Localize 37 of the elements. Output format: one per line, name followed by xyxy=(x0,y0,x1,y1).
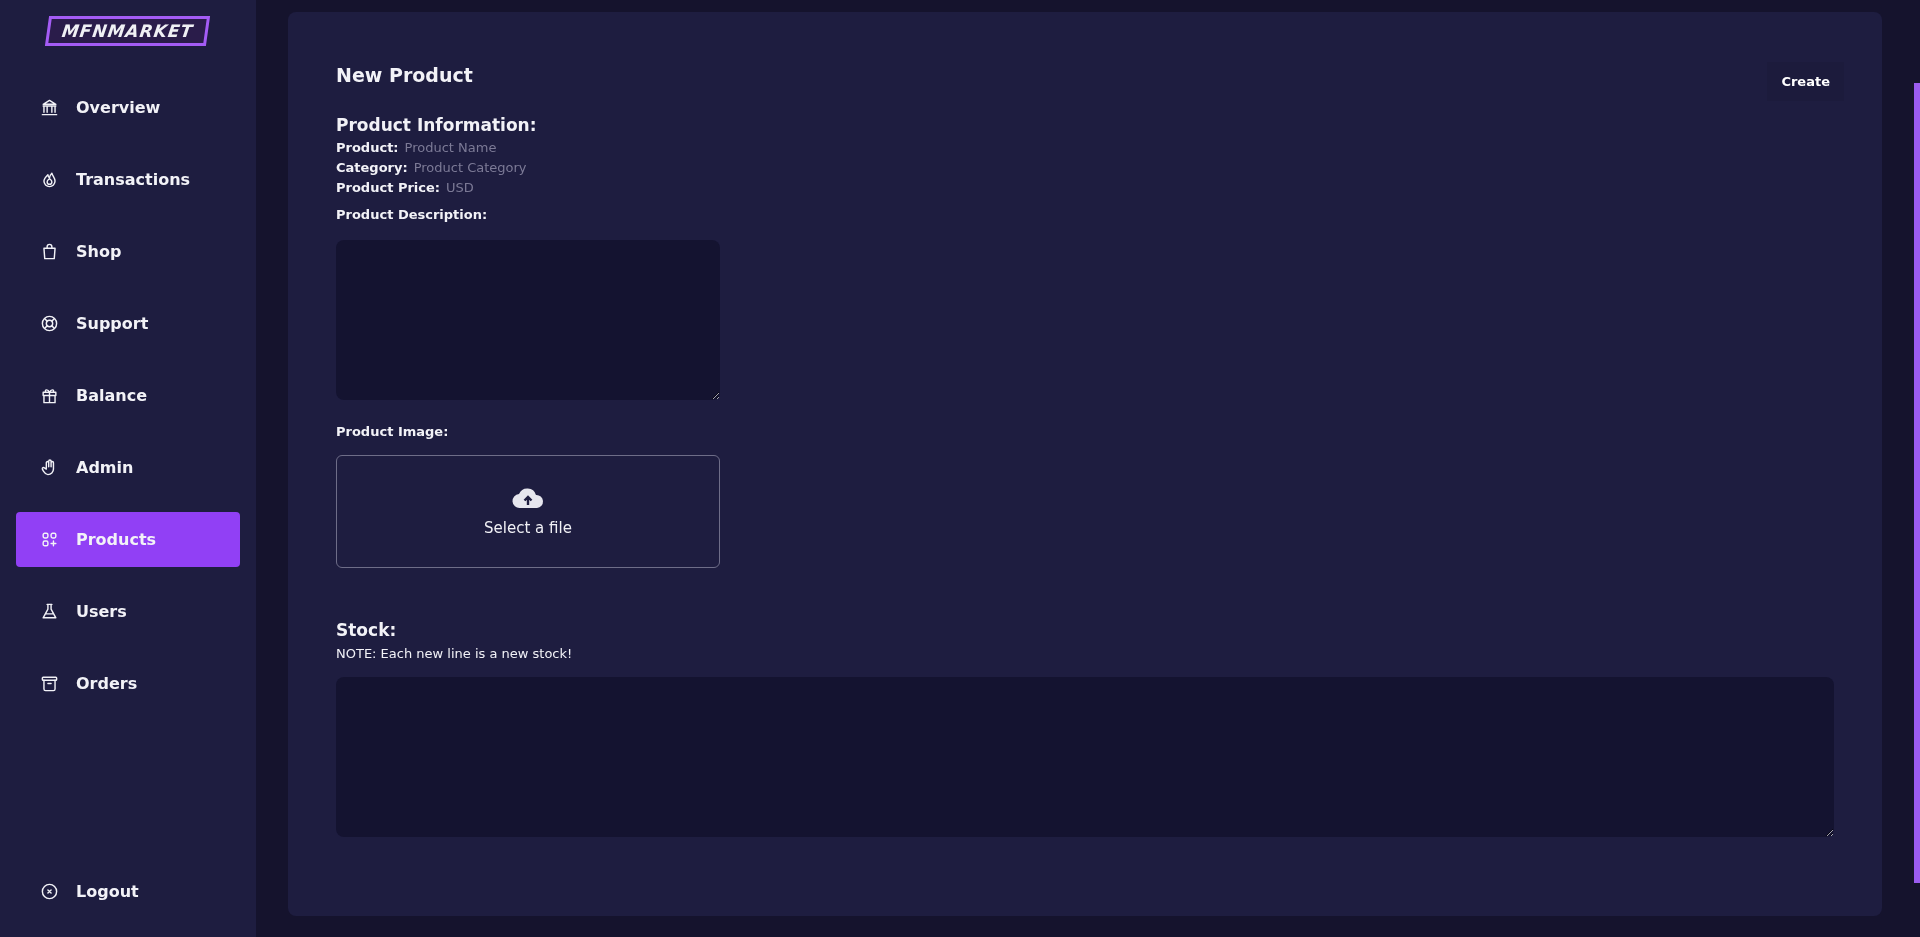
bag-icon xyxy=(40,242,59,261)
input-field[interactable]: Product Name xyxy=(404,139,605,155)
field-label: Product Description: xyxy=(336,207,488,222)
field-label: Category: xyxy=(336,159,408,175)
nav-item[interactable]: Support xyxy=(16,296,240,351)
logout-button[interactable]: Logout xyxy=(16,864,240,919)
gift-icon xyxy=(40,386,59,405)
nav-item[interactable]: Overview xyxy=(16,80,240,135)
field-label: Product Image: xyxy=(336,424,449,439)
input-field[interactable]: Product Category xyxy=(413,159,614,175)
archive-icon xyxy=(40,674,59,693)
nav-item[interactable]: Products xyxy=(16,512,240,567)
note-text: NOTE: Each new line is a new stock! xyxy=(336,646,573,661)
nav-item[interactable]: Orders xyxy=(16,656,240,711)
nav-item[interactable]: Admin xyxy=(16,440,240,495)
stock-field[interactable] xyxy=(336,677,1834,837)
nav-item[interactable]: Shop xyxy=(16,224,240,279)
file-upload-button[interactable]: Select a file xyxy=(336,455,720,568)
bank-icon xyxy=(40,98,59,117)
create-button[interactable]: Create xyxy=(1767,62,1844,101)
section-heading: Product Information: xyxy=(336,115,537,135)
page-title: New Product xyxy=(336,64,473,88)
flame-icon xyxy=(40,170,59,189)
cloud-upload-icon xyxy=(512,486,544,509)
input-field[interactable]: USD xyxy=(446,179,646,195)
grid-plus-icon xyxy=(40,530,59,549)
logo[interactable]: MFNMARKET xyxy=(45,16,211,46)
field-label: Product Price: xyxy=(336,179,440,195)
lifebuoy-icon xyxy=(40,314,59,333)
close-circle-icon xyxy=(40,882,59,901)
nav-item[interactable]: Balance xyxy=(16,368,240,423)
nav-item[interactable]: Users xyxy=(16,584,240,639)
nav-item[interactable]: Transactions xyxy=(16,152,240,207)
field-label: Product: xyxy=(336,139,399,155)
description-field[interactable] xyxy=(336,240,720,400)
flask-icon xyxy=(40,602,59,621)
section-heading: Stock: xyxy=(336,620,397,640)
